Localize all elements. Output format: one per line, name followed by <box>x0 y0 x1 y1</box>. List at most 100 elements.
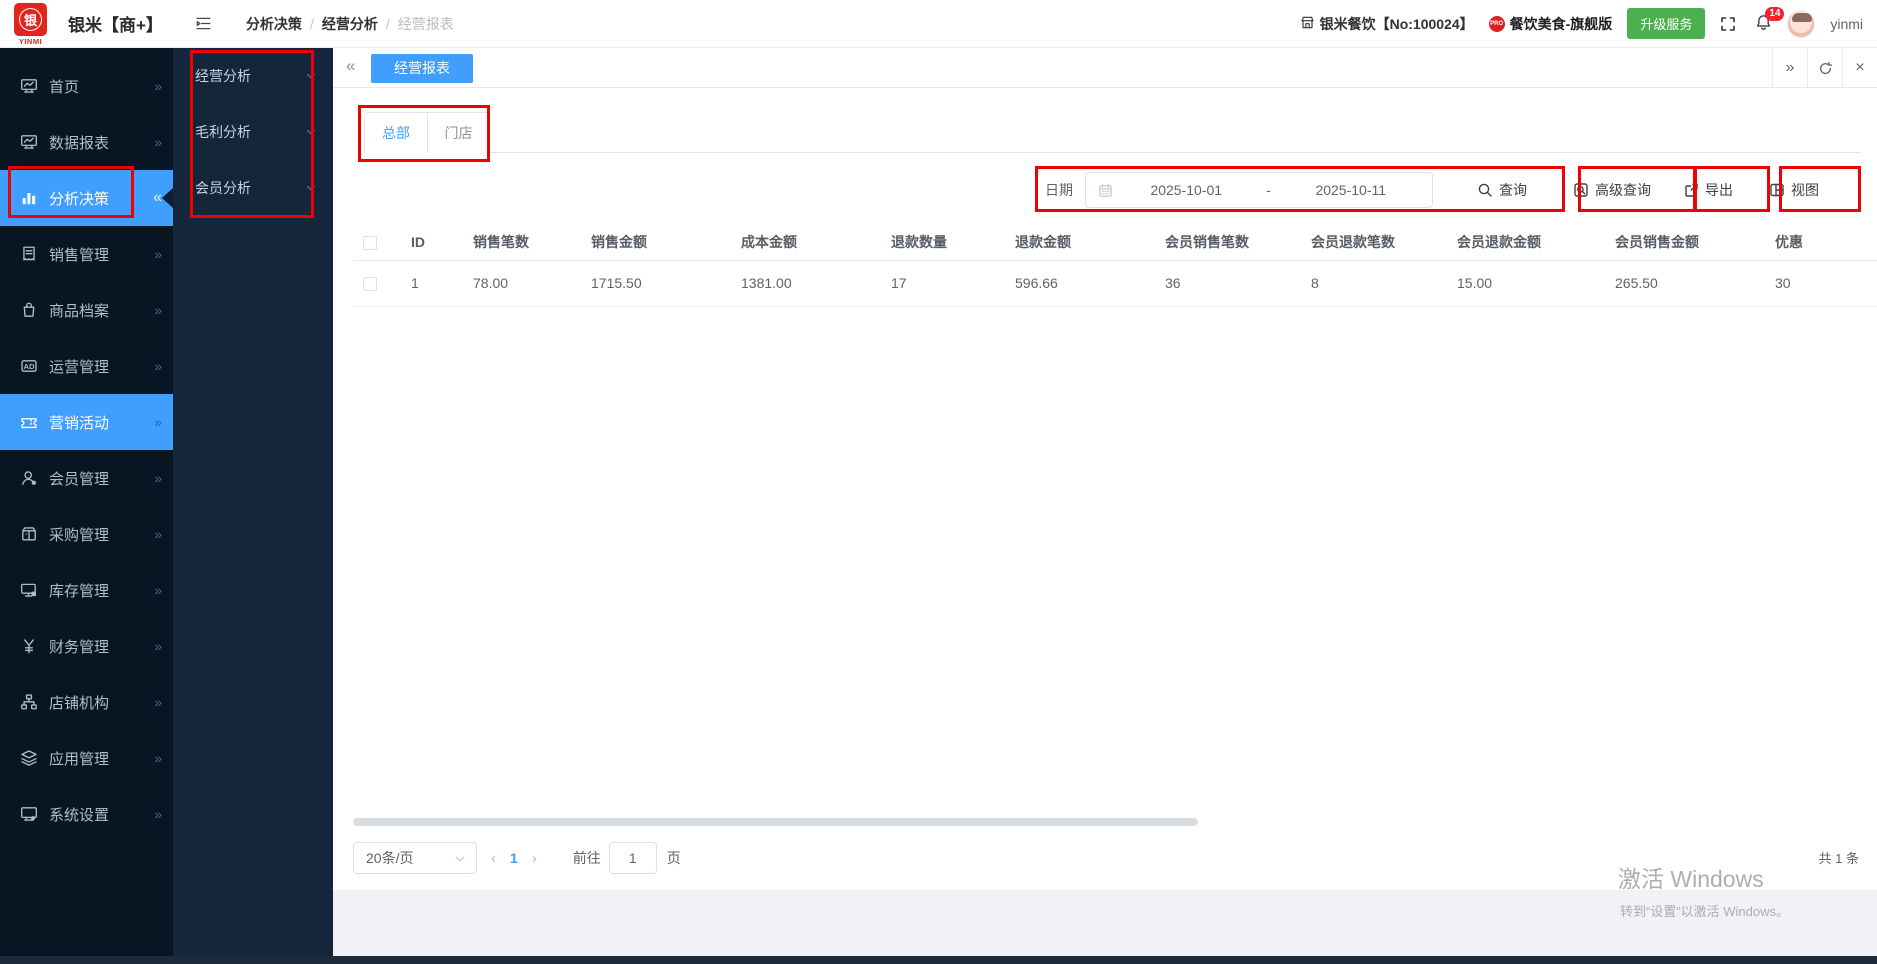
search-icon <box>1477 182 1493 198</box>
collapse-panel-icon[interactable]: « <box>346 56 355 76</box>
menu-collapse-icon[interactable] <box>195 15 212 32</box>
plan-name: 餐饮美食-旗舰版 <box>1509 15 1613 32</box>
export-icon <box>1683 182 1699 198</box>
sidebar-item-label: 商品档案 <box>49 302 110 320</box>
sidebar-item-label: 采购管理 <box>49 526 110 544</box>
table-row[interactable]: 1 78.00 1715.50 1381.00 17 596.66 36 8 15.00 265.… <box>353 260 1877 307</box>
avatar[interactable] <box>1787 9 1816 38</box>
refresh-icon[interactable] <box>1807 48 1842 88</box>
upgrade-service-button[interactable]: 升级服务 <box>1627 8 1706 39</box>
sidebar-item-goods-archive[interactable]: 商品档案 » <box>0 282 173 338</box>
submenu-item-gross-profit-analysis[interactable]: 毛利分析 <box>173 104 333 160</box>
primary-sidebar: 首页 » 数据报表 » 分析决策 « 销售管理 » 商品档案 » AD 运营管理 » 营销活动 » 会员管理 »… <box>0 48 173 964</box>
username[interactable]: yinmi <box>1830 16 1863 32</box>
horizontal-scrollbar[interactable] <box>353 818 1198 826</box>
sidebar-item-label: 会员管理 <box>49 470 110 488</box>
sidebar-item-member-mgmt[interactable]: 会员管理 » <box>0 450 173 506</box>
sidebar-item-store-org[interactable]: 店铺机构 » <box>0 674 173 730</box>
breadcrumb-separator: / <box>385 15 390 32</box>
export-button[interactable]: 导出 <box>1683 180 1733 200</box>
chevron-down-icon <box>454 852 466 864</box>
sidebar-item-system-settings[interactable]: 系统设置 » <box>0 786 173 842</box>
purchase-box-icon <box>22 527 36 541</box>
sidebar-item-marketing-activity[interactable]: 营销活动 » <box>0 394 173 450</box>
breadcrumb-item: 经营报表 <box>397 15 454 32</box>
data-table: ID 销售笔数 销售金额 成本金额 退款数量 退款金额 会员销售笔数 会员退款笔数 会员退款金额… <box>353 224 1877 307</box>
windows-watermark: 激活 Windows 转到“设置”以激活 Windows。 <box>1618 860 1789 920</box>
watermark-line1: 激活 Windows <box>1618 866 1764 892</box>
view-button[interactable]: 视图 <box>1769 180 1819 200</box>
table-cell: 78.00 <box>463 260 581 307</box>
table-cell: 36 <box>1155 260 1301 307</box>
header-right: 银米餐饮【No:100024】 PRO 餐饮美食-旗舰版 升级服务 14 yin… <box>1300 6 1863 39</box>
total-count: 共 1 条 <box>1818 851 1859 866</box>
select-all-checkbox[interactable] <box>363 235 377 250</box>
column-header: 退款数量 <box>881 224 1005 261</box>
main-content: « 经营报表 » × 总部 门店 日期 2025-10-01 - 2025-10… <box>333 48 1877 890</box>
row-checkbox[interactable] <box>363 277 377 292</box>
date-range-input[interactable]: 2025-10-01 - 2025-10-11 <box>1085 172 1433 208</box>
breadcrumb-item[interactable]: 分析决策 <box>246 14 302 34</box>
current-page[interactable]: 1 <box>510 850 518 866</box>
expand-arrows-icon: » <box>154 694 162 710</box>
secondary-sidebar: 经营分析毛利分析会员分析 <box>173 48 333 964</box>
tab-stores[interactable]: 门店 <box>427 113 489 153</box>
pro-badge-icon: PRO <box>1488 15 1505 32</box>
sidebar-item-label: 销售管理 <box>49 246 110 264</box>
sidebar-item-purchase-mgmt[interactable]: 采购管理 » <box>0 506 173 562</box>
date-end-value[interactable]: 2025-10-11 <box>1282 182 1421 198</box>
org-chart-icon <box>21 694 37 710</box>
table-cell: 17 <box>881 260 1005 307</box>
table-cell: 1715.50 <box>581 260 731 307</box>
content-topbar: « 经营报表 » × <box>333 48 1877 88</box>
monitor-chart-icon <box>21 79 37 93</box>
expand-arrows-icon: » <box>154 78 162 94</box>
sidebar-item-label: 数据报表 <box>49 134 110 152</box>
pagination: 20条/页 ‹ 1 › 前往 页 <box>353 840 681 876</box>
page-size-select[interactable]: 20条/页 <box>353 842 477 874</box>
submenu-item-member-analysis[interactable]: 会员分析 <box>173 160 333 216</box>
sidebar-item-sales-mgmt[interactable]: 销售管理 » <box>0 226 173 282</box>
tabs-row: 总部 门店 <box>364 112 1861 153</box>
sidebar-item-inventory-mgmt[interactable]: 库存管理 » <box>0 562 173 618</box>
query-button[interactable]: 查询 <box>1477 180 1527 200</box>
expand-arrows-icon: » <box>154 358 162 374</box>
submenu-item-business-analysis[interactable]: 经营分析 <box>173 48 333 104</box>
expand-arrows-icon: » <box>154 246 162 262</box>
expand-tabs-icon[interactable]: » <box>1772 48 1807 88</box>
app-logo: 银 YINMI <box>14 1 54 47</box>
goto-page-input[interactable] <box>608 842 657 874</box>
sidebar-item-data-report[interactable]: 数据报表 » <box>0 114 173 170</box>
sidebar-item-label: 营销活动 <box>49 414 110 432</box>
notification-bell[interactable]: 14 <box>1755 6 1785 34</box>
expand-arrows-icon: » <box>154 470 162 486</box>
logo-glyph: 银 <box>19 7 42 31</box>
prev-page-button[interactable]: ‹ <box>491 850 496 867</box>
chevron-down-icon <box>307 129 315 135</box>
bar-chart-icon <box>22 192 36 205</box>
advanced-query-button[interactable]: 高级查询 <box>1573 180 1651 200</box>
sidebar-item-app-mgmt[interactable]: 应用管理 » <box>0 730 173 786</box>
expand-arrows-icon: » <box>154 638 162 654</box>
sidebar-item-operation-mgmt[interactable]: AD 运营管理 » <box>0 338 173 394</box>
bottom-edge-strip <box>0 956 1877 964</box>
sidebar-item-analysis-decision[interactable]: 分析决策 « <box>0 170 173 226</box>
sidebar-item-home[interactable]: 首页 » <box>0 58 173 114</box>
column-header: 会员销售笔数 <box>1155 224 1301 261</box>
column-header: 会员销售金额 <box>1605 224 1765 261</box>
page-tab-chip[interactable]: 经营报表 <box>371 54 473 83</box>
close-icon[interactable]: × <box>1842 48 1877 88</box>
sidebar-item-finance-mgmt[interactable]: 财务管理 » <box>0 618 173 674</box>
sidebar-item-label: 库存管理 <box>49 582 110 600</box>
next-page-button[interactable]: › <box>532 850 537 867</box>
member-icon <box>22 471 36 485</box>
date-start-value[interactable]: 2025-10-01 <box>1117 182 1256 198</box>
breadcrumb-item[interactable]: 经营分析 <box>322 14 378 34</box>
tab-headquarters[interactable]: 总部 <box>365 113 427 153</box>
submenu-item-label: 毛利分析 <box>195 124 251 140</box>
expand-arrows-icon: » <box>154 750 162 766</box>
logo-mark: 银 <box>14 2 47 36</box>
table-cell: 596.66 <box>1005 260 1155 307</box>
fullscreen-icon[interactable] <box>1720 16 1736 32</box>
table-cell: 1381.00 <box>731 260 881 307</box>
